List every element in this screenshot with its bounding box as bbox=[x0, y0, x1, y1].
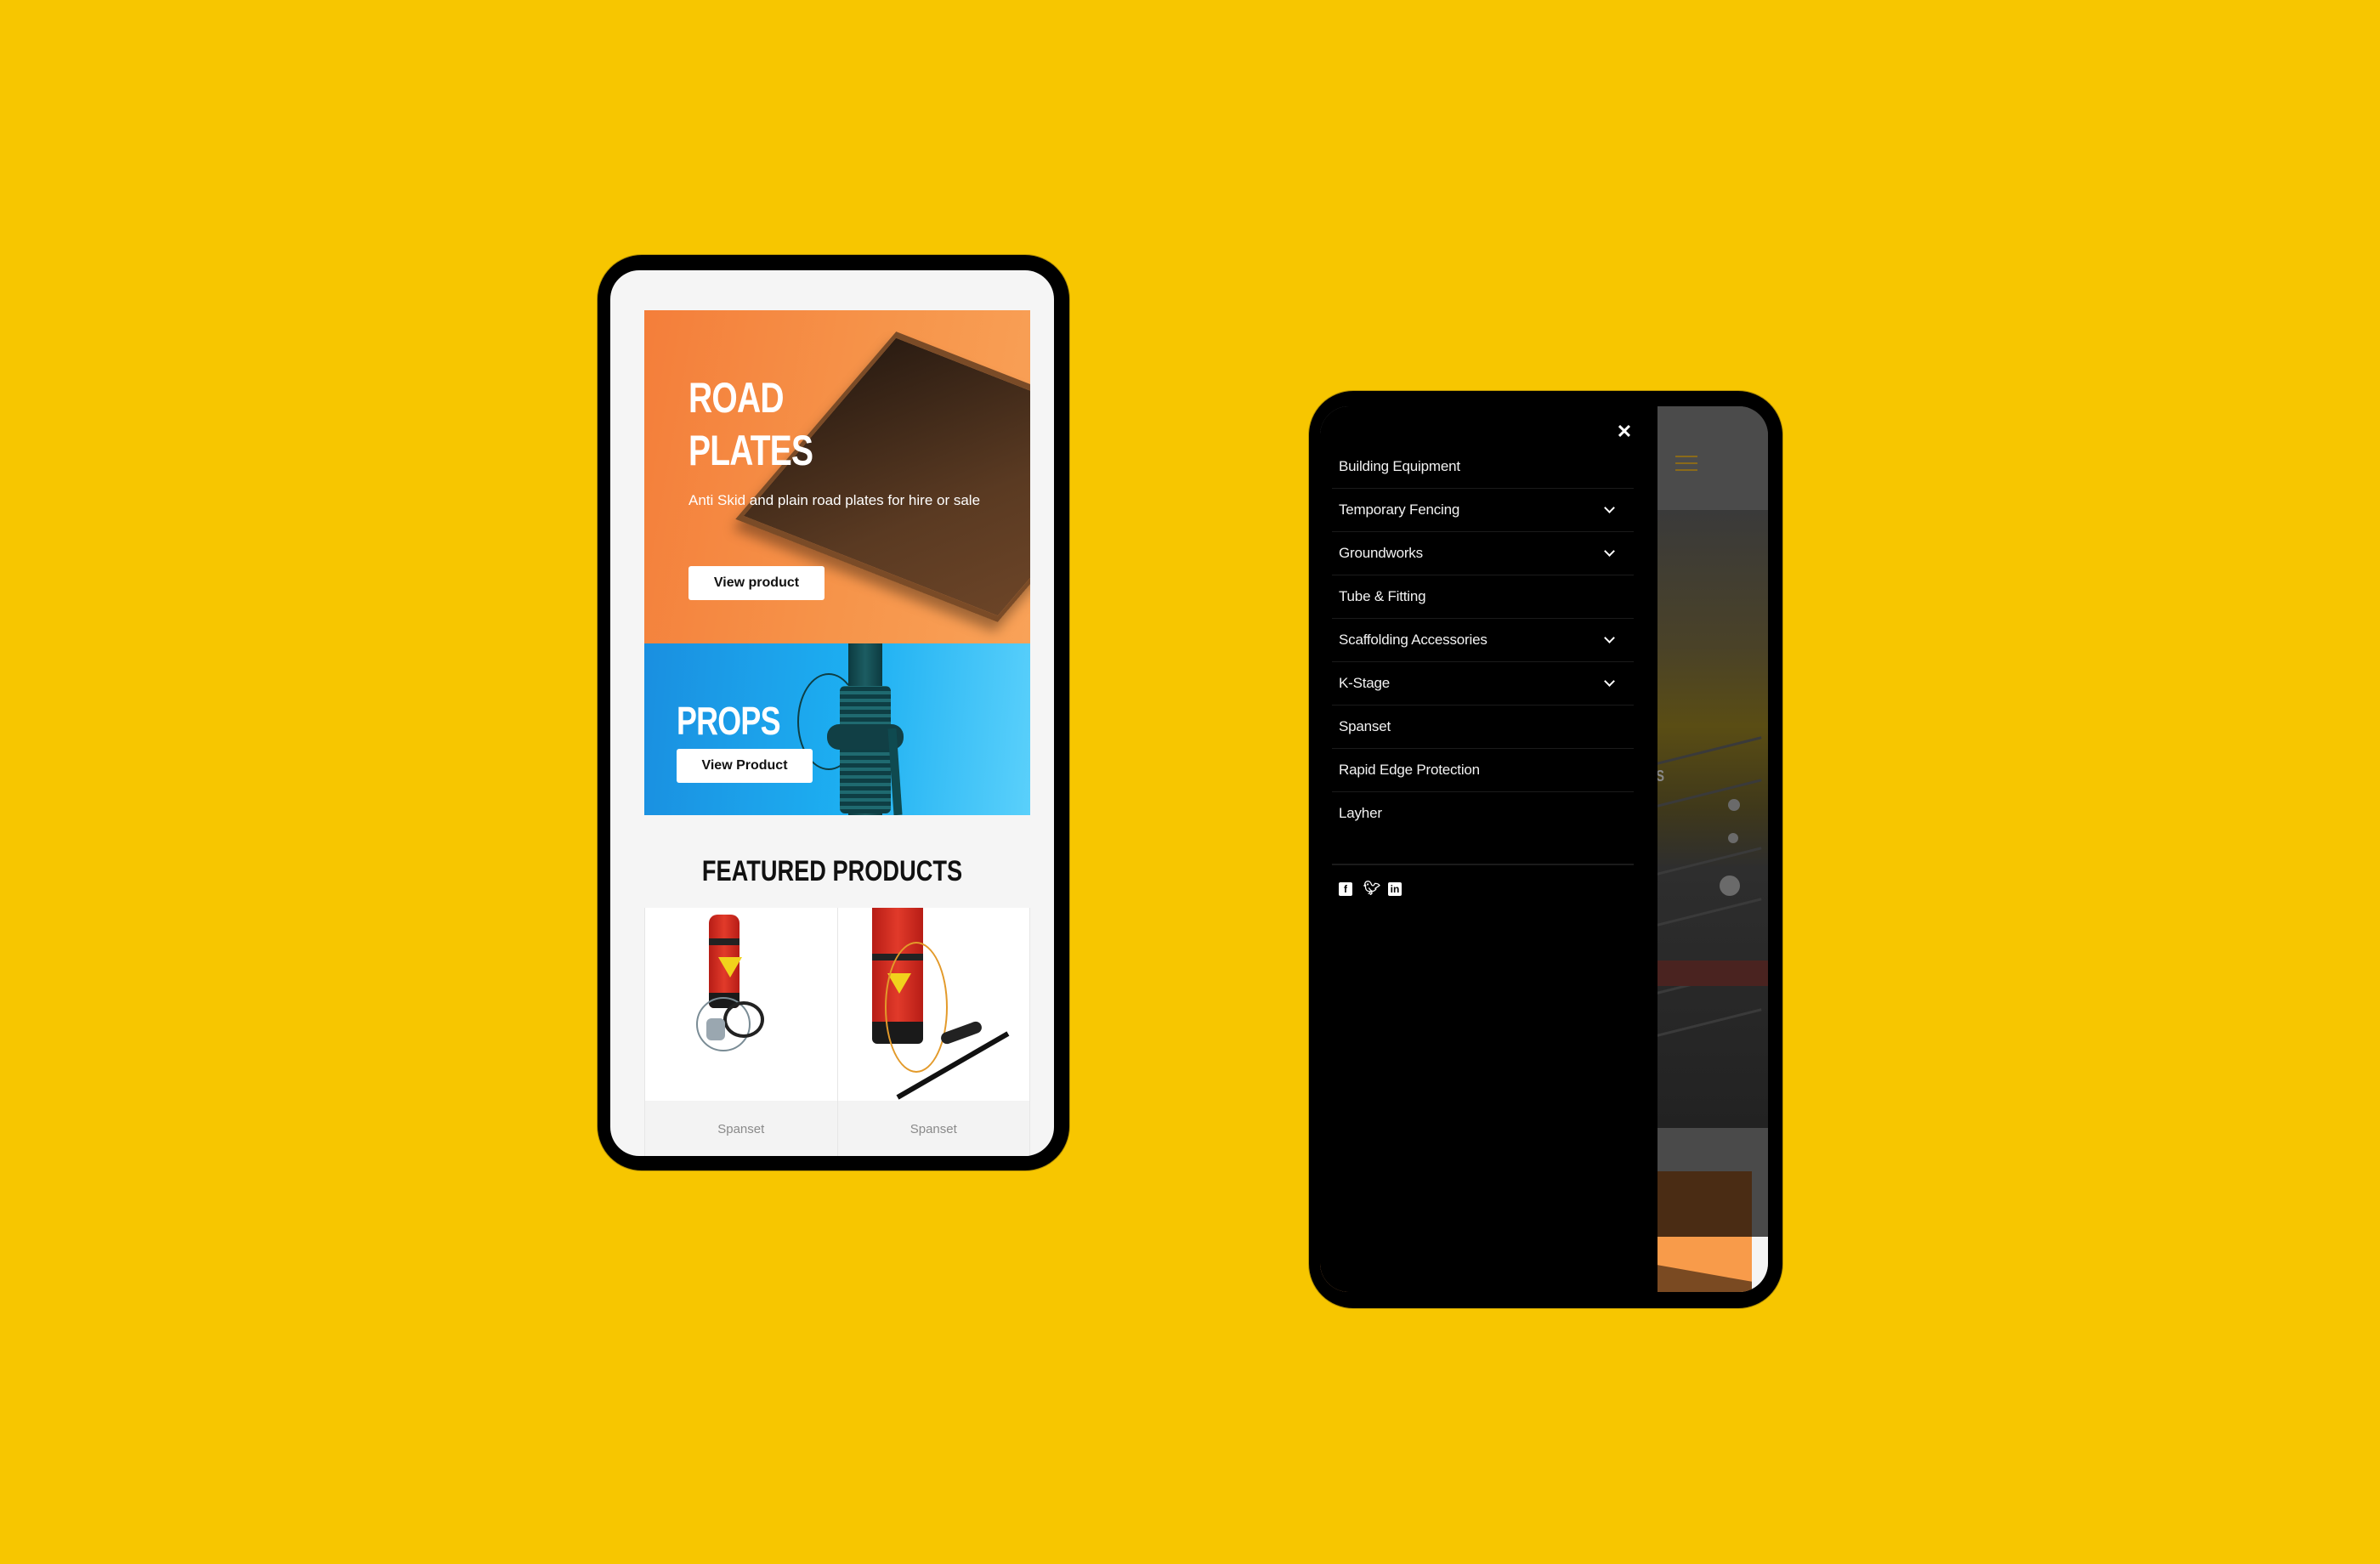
menu-item-scaffolding-accessories[interactable]: Scaffolding Accessories bbox=[1332, 619, 1634, 662]
social-links: f 🐦︎ in bbox=[1339, 882, 1402, 896]
road-plates-description: Anti Skid and plain road plates for hire… bbox=[688, 492, 981, 508]
menu-item-tube-fitting[interactable]: Tube & Fitting bbox=[1332, 575, 1634, 619]
props-title: PROPS bbox=[677, 699, 780, 743]
product-image[interactable] bbox=[645, 908, 837, 1101]
road-plates-title: ROAD PLATES bbox=[688, 374, 813, 474]
product-image[interactable] bbox=[837, 908, 1029, 1101]
chevron-down-icon[interactable] bbox=[1604, 502, 1615, 513]
phone-mockup-left: ROAD PLATES Anti Skid and plain road pla… bbox=[598, 255, 1069, 1170]
featured-products-heading: FEATURED PRODUCTS bbox=[701, 855, 963, 887]
close-icon[interactable]: ✕ bbox=[1612, 420, 1636, 444]
chevron-down-icon[interactable] bbox=[1604, 632, 1615, 643]
props-banner: PROPS View Product bbox=[644, 643, 1030, 815]
menu-item-k-stage[interactable]: K-Stage bbox=[1332, 662, 1634, 706]
mobile-menu-screen: TOWERS ✕ Building Equipment Temporary Fe… bbox=[1320, 406, 1768, 1292]
menu-item-layher[interactable]: Layher bbox=[1332, 792, 1634, 835]
menu-item-rapid-edge-protection[interactable]: Rapid Edge Protection bbox=[1332, 749, 1634, 792]
navigation-drawer: ✕ Building Equipment Temporary Fencing G… bbox=[1320, 406, 1658, 1292]
twitter-icon[interactable]: 🐦︎ bbox=[1363, 882, 1380, 896]
product-card[interactable]: Spanset bbox=[837, 908, 1030, 1156]
chevron-down-icon[interactable] bbox=[1604, 676, 1615, 687]
menu-divider bbox=[1332, 864, 1634, 865]
road-plates-view-product-button[interactable]: View product bbox=[688, 566, 824, 600]
phone-mockup-right: TOWERS ✕ Building Equipment Temporary Fe… bbox=[1309, 391, 1782, 1308]
chevron-down-icon[interactable] bbox=[1604, 546, 1615, 557]
product-card[interactable]: Spanset bbox=[644, 908, 838, 1156]
menu-item-temporary-fencing[interactable]: Temporary Fencing bbox=[1332, 489, 1634, 532]
product-label[interactable]: Spanset bbox=[838, 1122, 1030, 1136]
featured-products-grid: Spanset Spanset bbox=[644, 908, 1030, 1156]
menu-item-spanset[interactable]: Spanset bbox=[1332, 706, 1634, 749]
hamburger-icon[interactable] bbox=[1675, 456, 1697, 473]
menu-item-building-equipment[interactable]: Building Equipment bbox=[1332, 445, 1634, 489]
menu-item-groundworks[interactable]: Groundworks bbox=[1332, 532, 1634, 575]
props-view-product-button[interactable]: View Product bbox=[677, 749, 813, 783]
mobile-homepage-screen: ROAD PLATES Anti Skid and plain road pla… bbox=[610, 270, 1054, 1156]
facebook-icon[interactable]: f bbox=[1339, 882, 1352, 896]
product-label[interactable]: Spanset bbox=[645, 1122, 837, 1136]
linkedin-icon[interactable]: in bbox=[1388, 882, 1402, 896]
navigation-menu: Building Equipment Temporary Fencing Gro… bbox=[1332, 445, 1634, 835]
road-plates-banner: ROAD PLATES Anti Skid and plain road pla… bbox=[644, 310, 1030, 643]
